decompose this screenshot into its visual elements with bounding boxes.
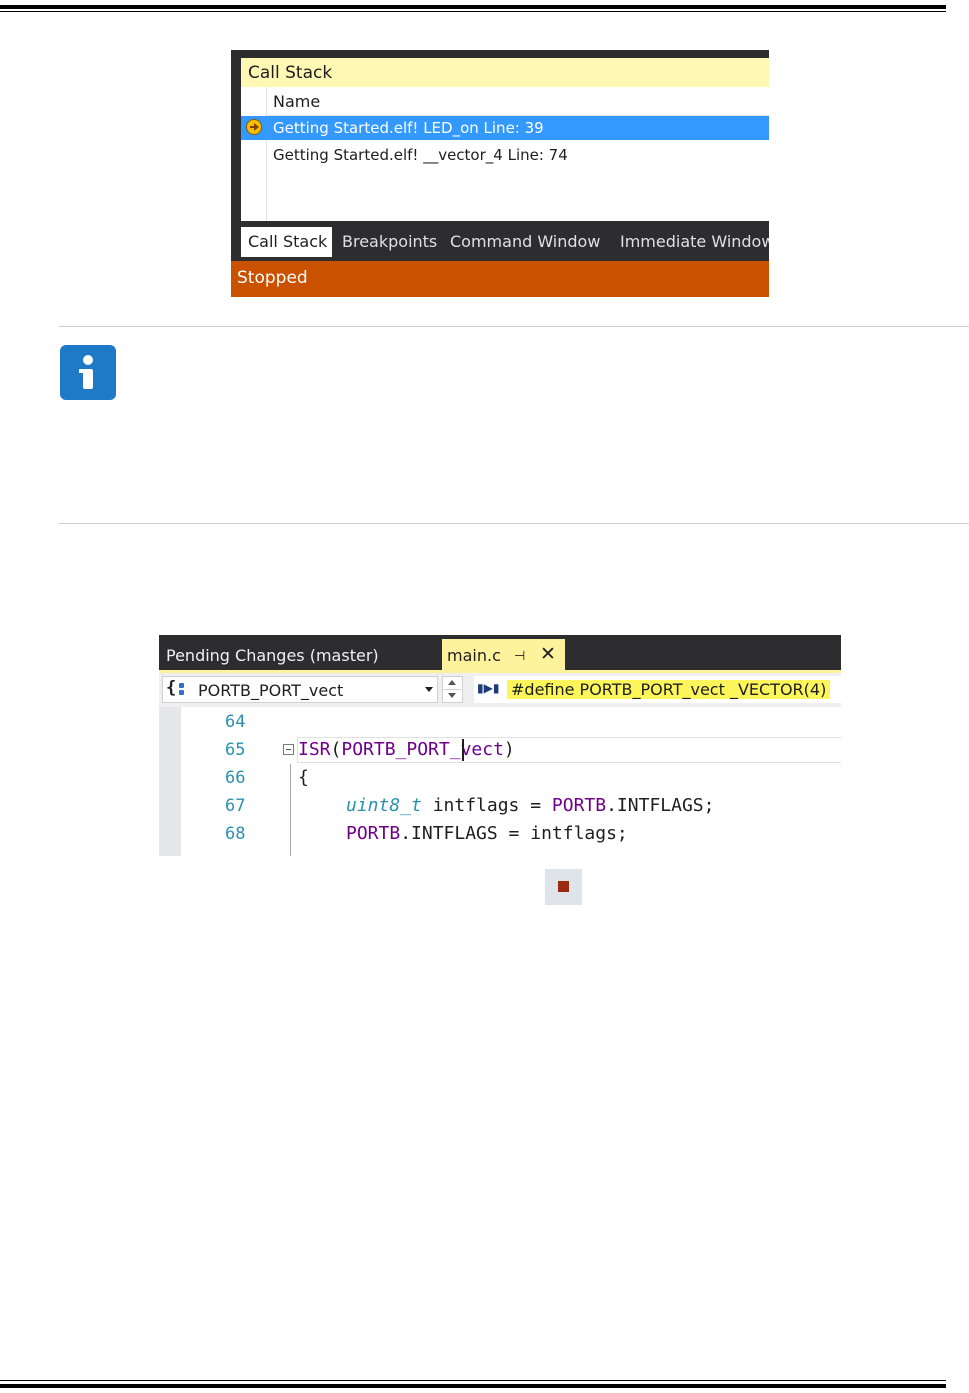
info-rule-bottom	[59, 523, 969, 524]
tab-immediate-window[interactable]: Immediate Window	[613, 227, 769, 257]
name-column-header[interactable]: Name	[266, 87, 769, 116]
function-scope-icon: {	[166, 678, 177, 698]
line-number: 67	[225, 796, 246, 816]
call-stack-list: Name Getting Started.elf! LED_on Line: 3…	[241, 87, 769, 221]
header-rule-thin	[0, 11, 946, 12]
line-number: 66	[225, 768, 246, 788]
call-stack-row-text: Getting Started.elf! LED_on Line: 39	[273, 119, 544, 137]
call-stack-row[interactable]: Getting Started.elf! LED_on Line: 39	[241, 116, 769, 140]
definition-text: #define PORTB_PORT_vect _VECTOR(4)	[507, 680, 831, 699]
stop-debugging-icon[interactable]	[545, 869, 582, 905]
info-icon	[60, 345, 116, 400]
close-icon[interactable]: ✕	[540, 643, 556, 665]
tab-call-stack[interactable]: Call Stack	[241, 227, 332, 257]
footer-rule-thin	[0, 1380, 946, 1381]
current-frame-arrow-icon	[246, 119, 262, 135]
symbol-dropdown[interactable]: { PORTB_PORT_vect	[162, 676, 438, 703]
status-text: Stopped	[237, 268, 308, 288]
definition-field[interactable]: ▮▶▮ #define PORTB_PORT_vect _VECTOR(4)	[474, 676, 841, 703]
outline-guide	[290, 764, 291, 856]
tab-breakpoints[interactable]: Breakpoints	[335, 227, 440, 257]
line-number: 65	[225, 740, 246, 760]
header-rule-thick	[0, 5, 946, 9]
code-line-65: ISR(PORTB_PORT_vect)	[298, 739, 515, 760]
call-stack-row[interactable]: Getting Started.elf! __vector_4 Line: 74	[241, 143, 769, 167]
tab-pending-changes[interactable]: Pending Changes (master)	[159, 635, 442, 670]
down-arrow-icon[interactable]	[448, 693, 456, 698]
code-line-68: PORTB.INTFLAGS = intflags;	[346, 823, 628, 844]
chevron-down-icon	[425, 687, 433, 692]
tool-window-tabs: Call Stack Breakpoints Command Window Im…	[241, 221, 769, 261]
call-stack-title-bar: Call Stack	[241, 58, 769, 87]
status-bar: Stopped	[231, 261, 769, 297]
line-number: 68	[225, 824, 246, 844]
symbol-dropdown-value: PORTB_PORT_vect	[198, 681, 344, 700]
pin-icon[interactable]: ⊣	[514, 648, 525, 664]
code-line-67: uint8_t intflags = PORTB.INTFLAGS;	[346, 795, 715, 816]
code-editor-window: Pending Changes (master) main.c ⊣ ✕ { PO…	[159, 635, 841, 856]
text-caret	[462, 739, 464, 761]
code-area[interactable]: 64 65 66 67 68 ISR(PORTB_PORT_vect) { ui…	[159, 707, 841, 856]
up-arrow-icon[interactable]	[448, 680, 456, 685]
line-number: 64	[225, 712, 246, 732]
tab-main-c[interactable]: main.c ⊣ ✕	[442, 639, 565, 670]
navigation-bar: { PORTB_PORT_vect ▮▶▮ #define PORTB_PORT…	[159, 670, 841, 707]
indicator-margin	[159, 707, 181, 856]
tab-command-window[interactable]: Command Window	[443, 227, 611, 257]
collapse-icon[interactable]	[283, 744, 294, 755]
go-to-definition-icon: ▮▶▮	[477, 681, 500, 695]
footer-rule-thick	[0, 1384, 946, 1388]
info-rule-top	[59, 326, 969, 327]
call-stack-window: Call Stack Name Getting Started.elf! LED…	[231, 50, 769, 297]
call-stack-title: Call Stack	[248, 63, 333, 83]
code-line-66: {	[298, 767, 309, 788]
call-stack-row-text: Getting Started.elf! __vector_4 Line: 74	[273, 146, 568, 164]
navigation-spinner[interactable]	[442, 676, 463, 703]
